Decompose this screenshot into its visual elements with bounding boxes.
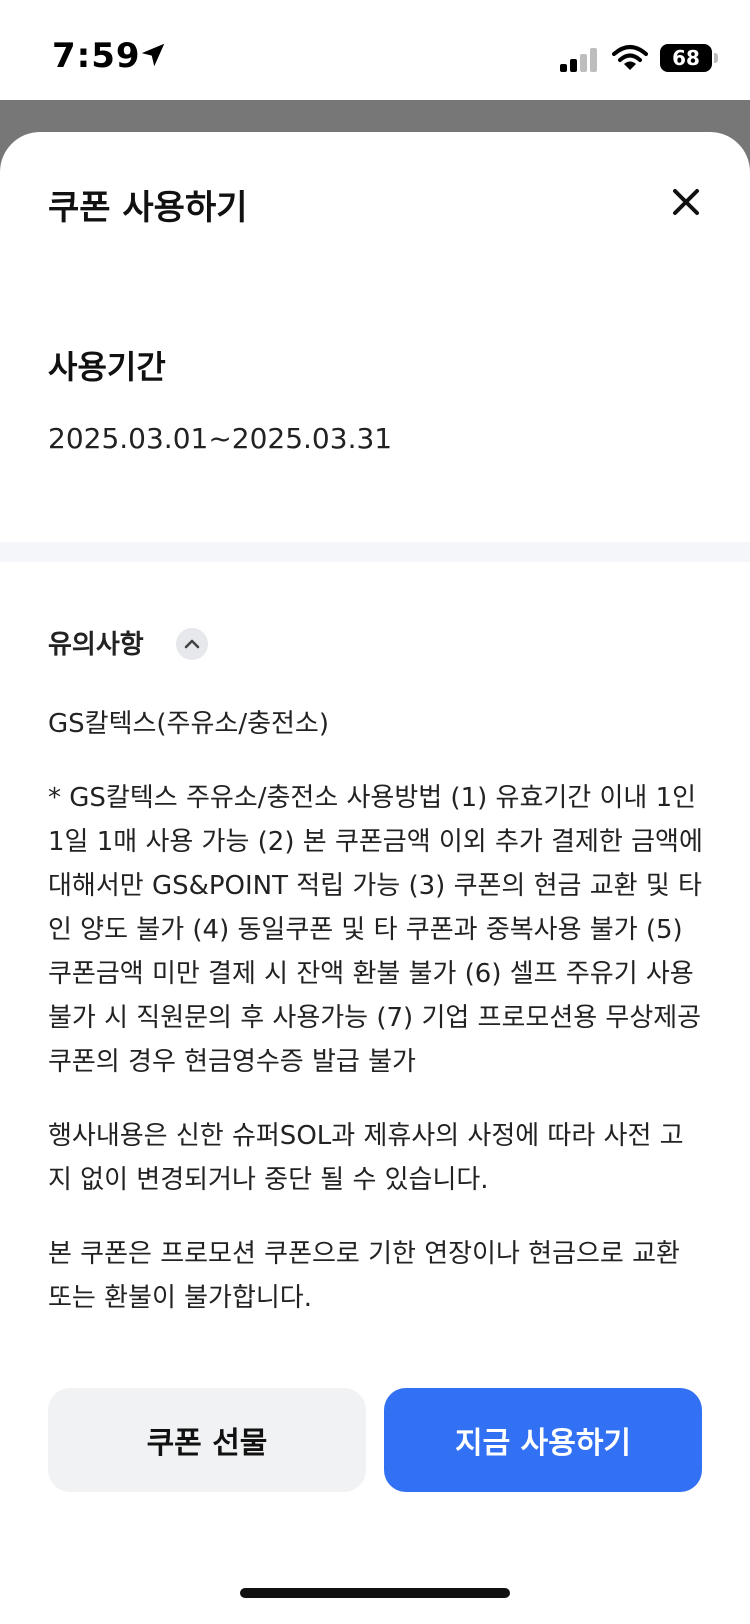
cellular-signal-icon (560, 48, 597, 72)
status-bar: 7:59 68 (0, 0, 750, 100)
close-icon[interactable] (666, 182, 706, 222)
battery-icon: 68 (660, 44, 712, 72)
coupon-bottom-sheet: 쿠폰 사용하기 사용기간 2025.03.01~2025.03.31 유의사항 … (0, 132, 750, 1624)
notice-title: 유의사항 (48, 630, 144, 660)
period-value: 2025.03.01~2025.03.31 (48, 422, 393, 455)
period-title: 사용기간 (48, 348, 166, 386)
section-divider (0, 542, 750, 562)
notice-paragraph: 행사내용은 신한 슈퍼SOL과 제휴사의 사정에 따라 사전 고지 없이 변경되… (48, 1121, 684, 1195)
notice-paragraph: * GS칼텍스 주유소/충전소 사용방법 (1) 유효기간 이내 1인 1일 1… (48, 783, 703, 1077)
gift-coupon-button[interactable]: 쿠폰 선물 (48, 1388, 366, 1492)
home-indicator (240, 1588, 510, 1598)
notice-body: GS칼텍스(주유소/충전소) * GS칼텍스 주유소/충전소 사용방법 (1) … (48, 702, 704, 1350)
chevron-up-icon[interactable] (176, 628, 208, 660)
status-time: 7:59 (52, 36, 141, 76)
sheet-title: 쿠폰 사용하기 (48, 188, 248, 228)
wifi-icon (612, 45, 648, 70)
use-now-button[interactable]: 지금 사용하기 (384, 1388, 702, 1492)
battery-cap (714, 53, 718, 63)
notice-paragraph: 본 쿠폰은 프로모션 쿠폰으로 기한 연장이나 현금으로 교환 또는 환불이 불… (48, 1239, 680, 1313)
notice-paragraph: GS칼텍스(주유소/충전소) (48, 709, 329, 739)
location-arrow-icon (141, 43, 165, 67)
